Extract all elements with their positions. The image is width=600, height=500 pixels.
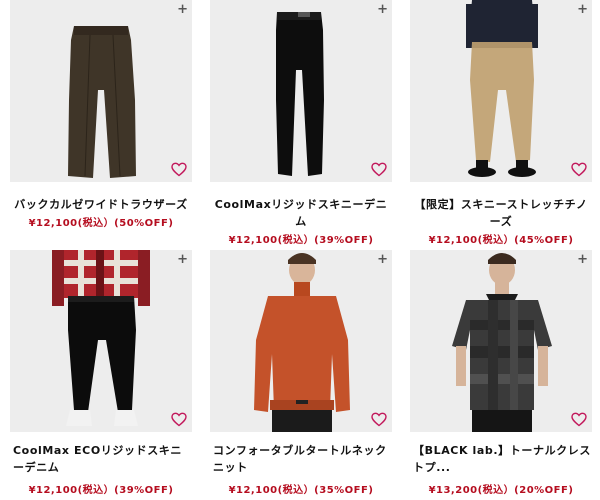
model-orange-turtleneck-image bbox=[254, 253, 350, 432]
product-card[interactable]: + バックカルゼワイドトラウザーズ ¥12,100(税込）(50%OFF) bbox=[10, 0, 192, 231]
model-black-denim-image bbox=[52, 250, 150, 426]
product-name[interactable]: バックカルゼワイドトラウザーズ bbox=[10, 196, 192, 213]
product-image[interactable]: + bbox=[410, 250, 592, 432]
product-card[interactable]: + CoolMax ECOリジッドスキニーデニム ¥12,100(税込）(39%… bbox=[10, 250, 192, 498]
product-name[interactable]: 【BLACK lab.】トーナルクレストプ... bbox=[410, 442, 592, 476]
plus-icon[interactable]: + bbox=[377, 253, 388, 267]
heart-icon[interactable] bbox=[171, 162, 187, 177]
product-name[interactable]: CoolMaxリジッドスキニーデニム bbox=[210, 196, 392, 230]
product-image[interactable]: + bbox=[10, 0, 192, 182]
product-price: ¥12,100(税込）(39%OFF) bbox=[228, 235, 374, 246]
heart-icon[interactable] bbox=[571, 162, 587, 177]
plus-icon[interactable]: + bbox=[577, 3, 588, 17]
heart-icon[interactable] bbox=[171, 412, 187, 427]
heart-icon[interactable] bbox=[571, 412, 587, 427]
product-name[interactable]: 【限定】スキニーストレッチチノーズ bbox=[410, 196, 592, 230]
product-image[interactable]: + bbox=[10, 250, 192, 432]
product-price: ¥13,200(税込）(20%OFF) bbox=[428, 485, 574, 496]
product-card[interactable]: + 【限定】スキニーストレッチチノーズ ¥12,100(税込）(45%OFF) bbox=[410, 0, 592, 248]
product-price: ¥12,100(税込）(39%OFF) bbox=[28, 485, 174, 496]
plus-icon[interactable]: + bbox=[177, 253, 188, 267]
brown-trousers-image bbox=[68, 26, 136, 178]
product-card[interactable]: + CoolMaxリジッドスキニーデニム ¥12,100(税込）(39%OFF) bbox=[210, 0, 392, 248]
product-card[interactable]: + コンフォータブルタートルネックニット ¥12,100(税込）(35%OFF) bbox=[210, 250, 392, 498]
product-image[interactable]: + bbox=[210, 250, 392, 432]
product-image[interactable]: + bbox=[410, 0, 592, 182]
product-price: ¥12,100(税込）(35%OFF) bbox=[228, 485, 374, 496]
plus-icon[interactable]: + bbox=[377, 3, 388, 17]
black-skinny-denim-image bbox=[276, 12, 324, 176]
product-card[interactable]: + 【BLACK lab.】トーナルクレストプ... ¥13,200(税込）(2… bbox=[410, 250, 592, 498]
plus-icon[interactable]: + bbox=[177, 3, 188, 17]
product-grid: + バックカルゼワイドトラウザーズ ¥12,100(税込）(50%OFF) + … bbox=[0, 0, 600, 500]
model-beige-chinos-image bbox=[466, 0, 538, 177]
product-price: ¥12,100(税込）(50%OFF) bbox=[28, 218, 174, 229]
model-grey-polo-image bbox=[452, 253, 552, 432]
product-price: ¥12,100(税込）(45%OFF) bbox=[428, 235, 574, 246]
product-name[interactable]: CoolMax ECOリジッドスキニーデニム bbox=[10, 442, 192, 476]
heart-icon[interactable] bbox=[371, 412, 387, 427]
plus-icon[interactable]: + bbox=[577, 253, 588, 267]
product-name[interactable]: コンフォータブルタートルネックニット bbox=[210, 442, 392, 476]
product-image[interactable]: + bbox=[210, 0, 392, 182]
heart-icon[interactable] bbox=[371, 162, 387, 177]
